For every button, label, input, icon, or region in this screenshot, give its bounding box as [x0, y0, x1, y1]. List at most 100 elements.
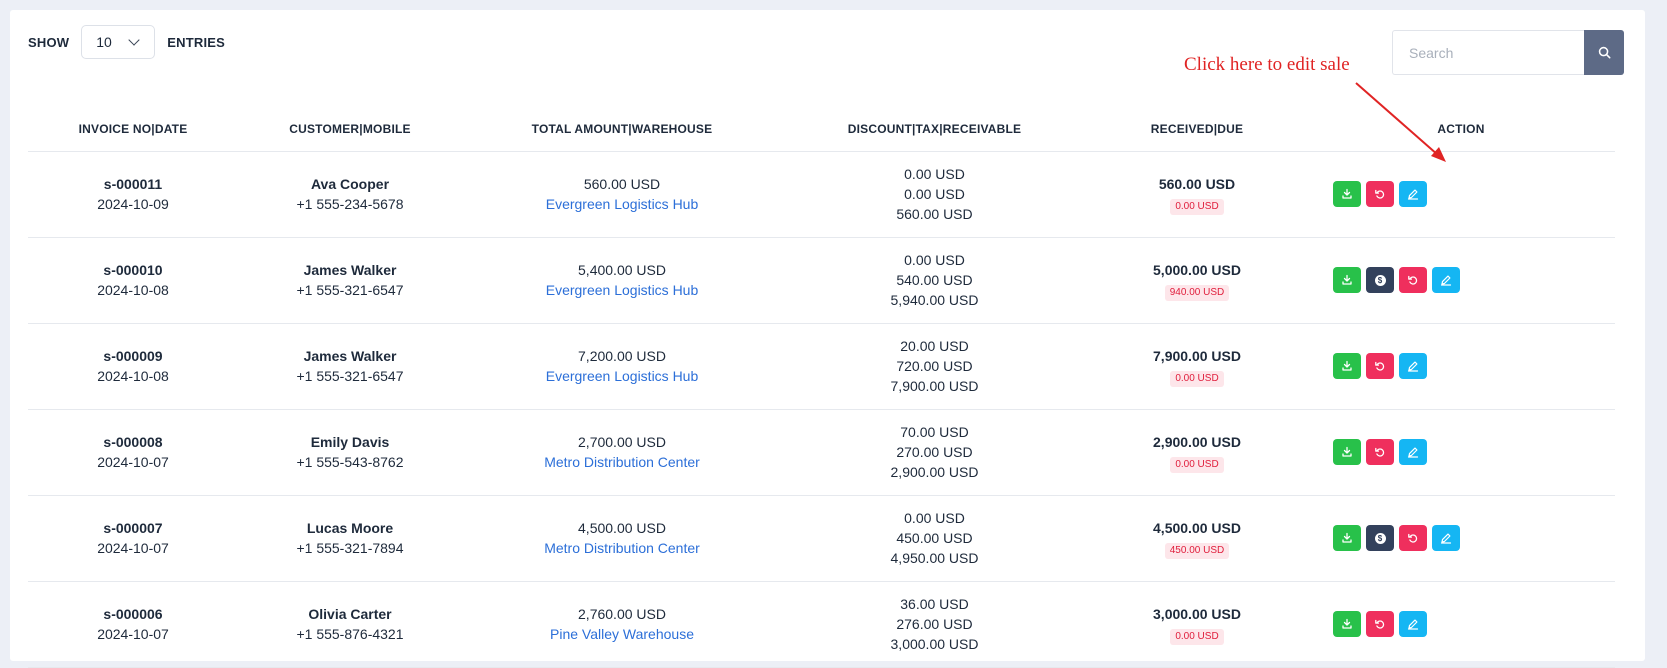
received-amount: 3,000.00 USD	[1153, 605, 1241, 622]
total-cell: 7,200.00 USD Evergreen Logistics Hub	[462, 323, 782, 410]
discount-cell: 36.00 USD 276.00 USD 3,000.00 USD	[782, 581, 1087, 668]
col-header-total: TOTAL AMOUNT|WAREHOUSE	[462, 107, 782, 152]
return-button[interactable]	[1366, 353, 1394, 379]
customer-cell: James Walker +1 555-321-6547	[238, 323, 462, 410]
search-box	[1392, 30, 1624, 75]
invoice-cell: s-000008 2024-10-07	[28, 409, 238, 496]
entries-select[interactable]: 10	[81, 25, 156, 59]
customer-mobile: +1 555-321-6547	[296, 282, 404, 298]
edit-sale-callout: Click here to edit sale	[1184, 54, 1350, 75]
download-button[interactable]	[1333, 525, 1361, 551]
search-icon	[1598, 46, 1610, 59]
received-cell: 5,000.00 USD 940.00 USD	[1087, 237, 1307, 324]
tax-amount: 270.00 USD	[896, 444, 973, 460]
return-button[interactable]	[1366, 181, 1394, 207]
total-amount: 2,700.00 USD	[578, 434, 666, 450]
invoice-date: 2024-10-08	[97, 282, 169, 298]
invoice-number: s-000011	[103, 176, 163, 192]
edit-sale-button[interactable]	[1432, 267, 1460, 293]
edit-sale-button[interactable]	[1432, 525, 1460, 551]
due-badge: 940.00 USD	[1164, 284, 1230, 301]
edit-icon	[1407, 618, 1419, 630]
payment-icon: $	[1374, 274, 1386, 286]
invoice-number: s-000009	[103, 348, 163, 364]
edit-sale-button[interactable]	[1399, 181, 1427, 207]
customer-name: Lucas Moore	[306, 520, 394, 536]
discount-amount: 36.00 USD	[900, 596, 969, 612]
download-button[interactable]	[1333, 439, 1361, 465]
chevron-down-icon	[128, 34, 140, 46]
edit-icon	[1440, 274, 1452, 286]
warehouse-link[interactable]: Metro Distribution Center	[462, 452, 782, 472]
edit-sale-button[interactable]	[1399, 611, 1427, 637]
return-button[interactable]	[1399, 267, 1427, 293]
receivable-amount: 560.00 USD	[896, 206, 973, 222]
due-badge: 450.00 USD	[1164, 542, 1230, 559]
discount-amount: 0.00 USD	[904, 510, 965, 526]
received-amount: 7,900.00 USD	[1153, 347, 1241, 364]
tax-amount: 450.00 USD	[896, 530, 973, 546]
edit-sale-button[interactable]	[1399, 353, 1427, 379]
tax-amount: 720.00 USD	[896, 358, 973, 374]
edit-sale-button[interactable]	[1399, 439, 1427, 465]
invoice-number: s-000008	[103, 434, 163, 450]
action-cell: $	[1307, 495, 1615, 582]
invoice-date: 2024-10-07	[97, 626, 169, 642]
download-icon	[1341, 618, 1353, 630]
search-input[interactable]	[1392, 30, 1584, 75]
due-badge: 0.00 USD	[1170, 456, 1224, 473]
table-row: s-000009 2024-10-08 James Walker +1 555-321…	[28, 323, 1615, 410]
col-header-invoice: INVOICE NO|DATE	[28, 107, 238, 152]
discount-cell: 0.00 USD 450.00 USD 4,950.00 USD	[782, 495, 1087, 582]
customer-cell: Olivia Carter +1 555-876-4321	[238, 581, 462, 668]
total-amount: 7,200.00 USD	[578, 348, 666, 364]
download-button[interactable]	[1333, 611, 1361, 637]
receivable-amount: 3,000.00 USD	[890, 636, 979, 652]
edit-icon	[1407, 360, 1419, 372]
sales-list-card: SHOW 10 ENTRIES INVOICE NO|DATE CUSTOMER…	[10, 10, 1645, 668]
warehouse-link[interactable]: Metro Distribution Center	[462, 538, 782, 558]
invoice-cell: s-000009 2024-10-08	[28, 323, 238, 410]
return-button[interactable]	[1366, 611, 1394, 637]
return-icon	[1374, 618, 1386, 630]
discount-amount: 70.00 USD	[900, 424, 969, 440]
return-button[interactable]	[1366, 439, 1394, 465]
discount-cell: 0.00 USD 540.00 USD 5,940.00 USD	[782, 237, 1087, 324]
received-cell: 3,000.00 USD 0.00 USD	[1087, 581, 1307, 668]
return-icon	[1374, 360, 1386, 372]
return-icon	[1407, 274, 1419, 286]
download-button[interactable]	[1333, 353, 1361, 379]
action-cell	[1307, 323, 1615, 410]
invoice-number: s-000006	[103, 606, 163, 622]
total-cell: 4,500.00 USD Metro Distribution Center	[462, 495, 782, 582]
received-cell: 4,500.00 USD 450.00 USD	[1087, 495, 1307, 582]
tax-amount: 276.00 USD	[896, 616, 973, 632]
download-icon	[1341, 188, 1353, 200]
download-button[interactable]	[1333, 181, 1361, 207]
receivable-amount: 7,900.00 USD	[890, 378, 979, 394]
total-amount: 4,500.00 USD	[578, 520, 666, 536]
action-cell: $	[1307, 237, 1615, 324]
warehouse-link[interactable]: Evergreen Logistics Hub	[462, 366, 782, 386]
total-cell: 5,400.00 USD Evergreen Logistics Hub	[462, 237, 782, 324]
download-button[interactable]	[1333, 267, 1361, 293]
customer-cell: Emily Davis +1 555-543-8762	[238, 409, 462, 496]
table-header-row: INVOICE NO|DATE CUSTOMER|MOBILE TOTAL AM…	[28, 107, 1615, 152]
payment-button[interactable]: $	[1366, 267, 1394, 293]
download-icon	[1341, 360, 1353, 372]
discount-cell: 70.00 USD 270.00 USD 2,900.00 USD	[782, 409, 1087, 496]
search-button[interactable]	[1584, 30, 1624, 75]
return-button[interactable]	[1399, 525, 1427, 551]
total-cell: 560.00 USD Evergreen Logistics Hub	[462, 151, 782, 238]
warehouse-link[interactable]: Evergreen Logistics Hub	[462, 194, 782, 214]
return-icon	[1374, 446, 1386, 458]
discount-amount: 0.00 USD	[904, 166, 965, 182]
due-badge: 0.00 USD	[1170, 628, 1224, 645]
entries-control: SHOW 10 ENTRIES	[28, 25, 225, 59]
download-icon	[1341, 446, 1353, 458]
payment-button[interactable]: $	[1366, 525, 1394, 551]
return-icon	[1374, 188, 1386, 200]
warehouse-link[interactable]: Pine Valley Warehouse	[462, 624, 782, 644]
edit-icon	[1440, 532, 1452, 544]
warehouse-link[interactable]: Evergreen Logistics Hub	[462, 280, 782, 300]
